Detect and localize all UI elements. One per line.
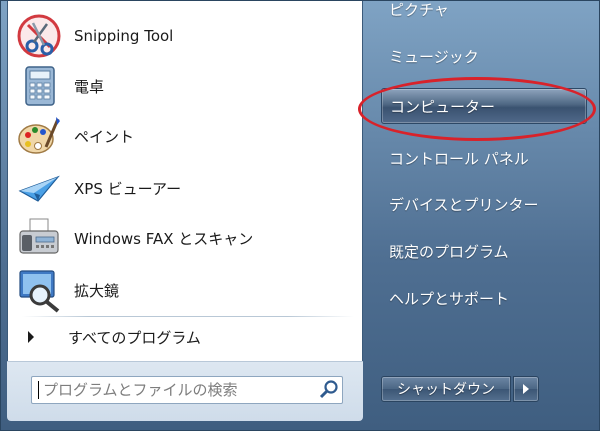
all-programs-link[interactable]: すべてのプログラム <box>26 323 356 351</box>
menu-label: ピクチャ <box>389 0 449 19</box>
arrow-right-icon <box>523 384 529 394</box>
menu-pictures[interactable]: ピクチャ <box>389 0 449 27</box>
program-xps-viewer[interactable]: XPS ビューアー <box>16 165 356 211</box>
menu-control-panel[interactable]: コントロール パネル <box>389 140 529 176</box>
menu-label: ヘルプとサポート <box>389 289 510 308</box>
divider <box>22 316 354 317</box>
program-label: Windows FAX とスキャン <box>74 229 254 248</box>
program-label: Snipping Tool <box>74 27 174 45</box>
program-windows-fax[interactable]: Windows FAX とスキャン <box>16 215 356 261</box>
program-magnifier[interactable]: 拡大鏡 <box>16 267 356 313</box>
program-snipping-tool[interactable]: Snipping Tool <box>16 13 356 59</box>
start-menu: Snipping Tool 電卓 ペイント XPS ビューアー Windows … <box>0 0 600 431</box>
shutdown-button[interactable]: シャットダウン <box>381 376 511 402</box>
menu-label: コンピューター <box>390 97 496 116</box>
calculator-icon <box>16 63 62 109</box>
fax-machine-icon <box>16 215 62 261</box>
all-programs-label: すべてのプログラム <box>68 328 201 347</box>
search-input[interactable] <box>43 381 316 399</box>
program-label: XPS ビューアー <box>74 179 182 198</box>
menu-computer[interactable]: コンピューター <box>381 88 587 124</box>
search-icon[interactable] <box>316 377 342 403</box>
program-label: 拡大鏡 <box>74 281 120 300</box>
shutdown-label: シャットダウン <box>397 382 495 398</box>
menu-label: ミュージック <box>389 47 479 66</box>
chevron-right-icon <box>28 331 34 343</box>
text-caret <box>38 381 39 399</box>
paint-palette-icon <box>16 113 62 159</box>
programs-pane: Snipping Tool 電卓 ペイント XPS ビューアー Windows … <box>7 1 363 421</box>
menu-label: コントロール パネル <box>389 149 529 168</box>
program-label: 電卓 <box>74 77 105 96</box>
scissors-icon <box>16 13 62 59</box>
menu-devices-printers[interactable]: デバイスとプリンター <box>389 186 539 222</box>
menu-help-support[interactable]: ヘルプとサポート <box>389 280 509 316</box>
menu-default-programs[interactable]: 既定のプログラム <box>389 233 509 269</box>
menu-label: デバイスとプリンター <box>389 195 539 214</box>
menu-music[interactable]: ミュージック <box>389 38 479 74</box>
paper-plane-icon <box>16 165 62 211</box>
program-calculator[interactable]: 電卓 <box>16 63 356 109</box>
search-area <box>7 361 363 421</box>
program-paint[interactable]: ペイント <box>16 113 356 159</box>
menu-label: 既定のプログラム <box>389 242 509 261</box>
program-label: ペイント <box>74 127 135 146</box>
search-box[interactable] <box>31 376 343 404</box>
magnifier-icon <box>16 267 62 313</box>
shutdown-options-button[interactable] <box>513 376 539 402</box>
